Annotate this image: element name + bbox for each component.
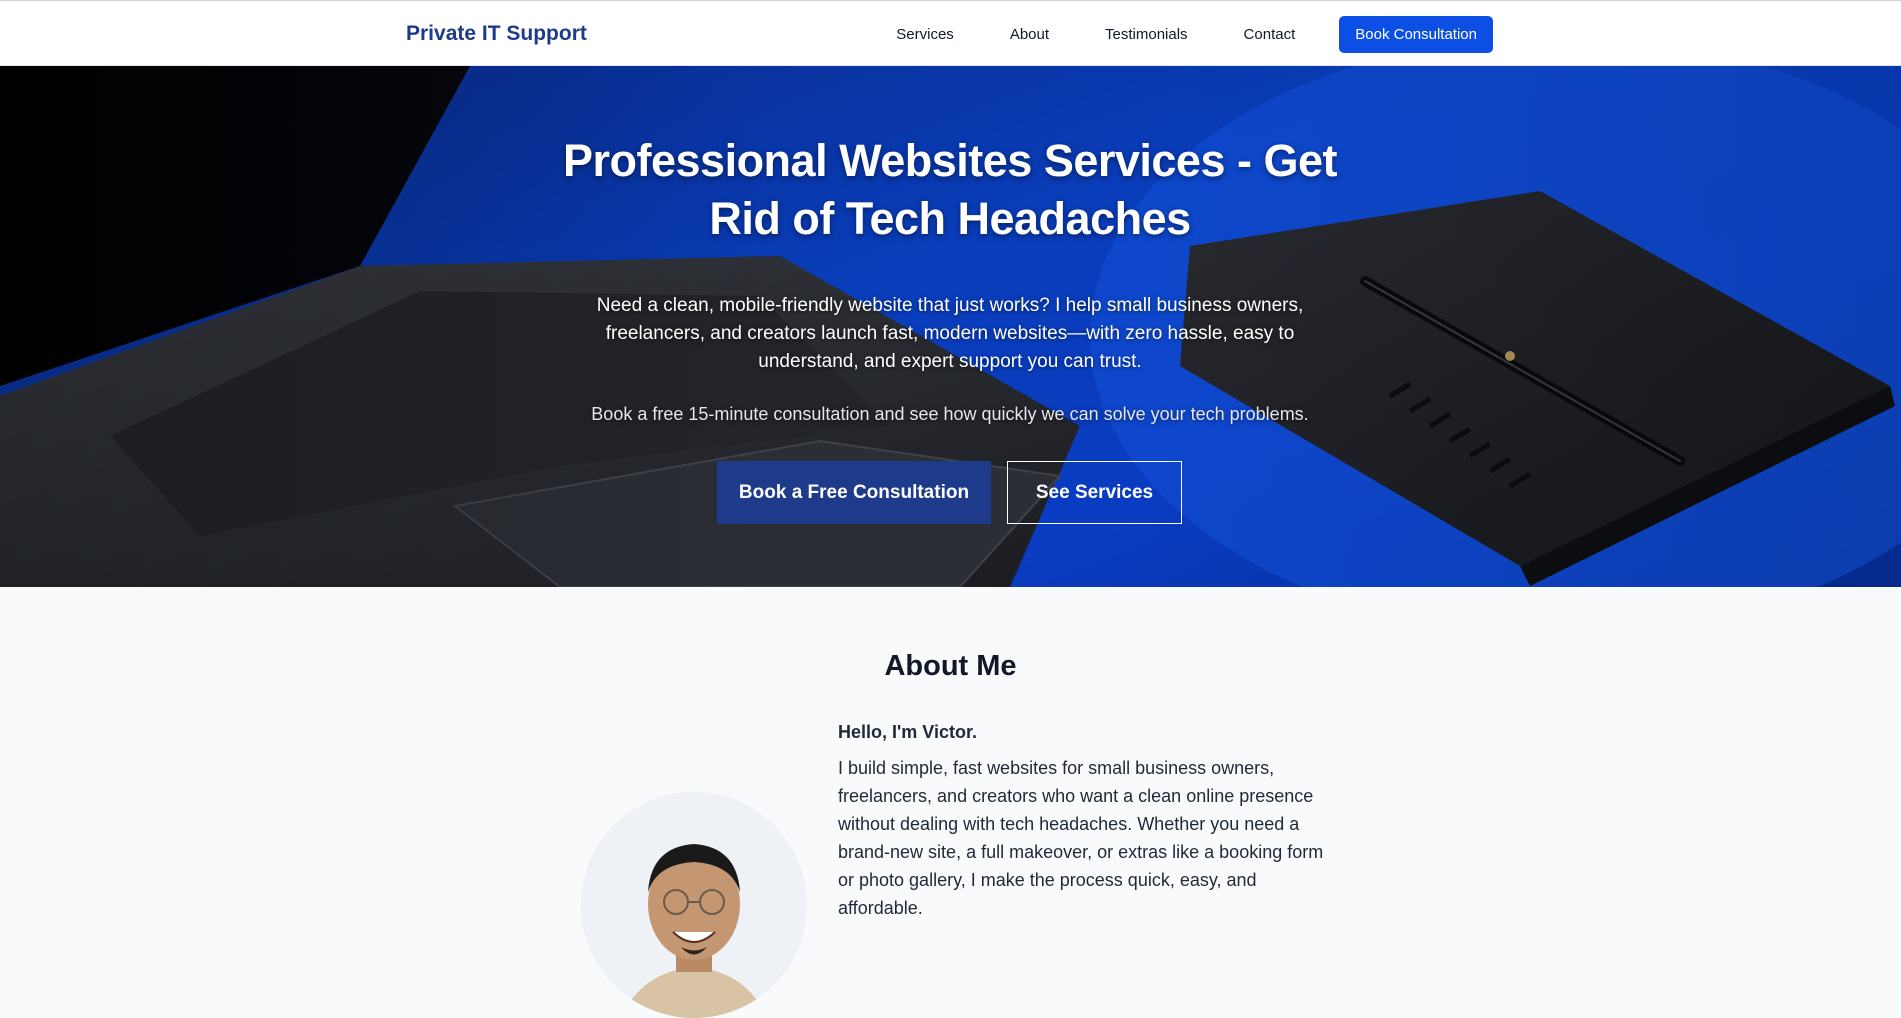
hero-subtitle: Need a clean, mobile-friendly website th… bbox=[596, 295, 1304, 372]
nav-link-contact[interactable]: Contact bbox=[1244, 26, 1296, 43]
see-services-button[interactable]: See Services bbox=[1007, 461, 1182, 524]
about-text: I build simple, fast websites for small … bbox=[838, 758, 1324, 918]
avatar-photo bbox=[581, 792, 807, 1018]
book-free-consultation-button[interactable]: Book a Free Consultation bbox=[717, 461, 991, 524]
hero-note: Book a free 15-minute consultation and s… bbox=[591, 404, 1309, 424]
nav-link-about[interactable]: About bbox=[1010, 26, 1049, 43]
top-nav: Private IT Support Services About Testim… bbox=[0, 0, 1901, 66]
brand-logo[interactable]: Private IT Support bbox=[406, 21, 587, 47]
about-section: About Me Hello, I'm Victor. I build simp… bbox=[0, 587, 1901, 1018]
nav-links: Services About Testimonials Contact Book… bbox=[896, 15, 1493, 53]
hero-title: Professional Websites Services - Get Rid… bbox=[562, 135, 1338, 244]
book-consultation-button[interactable]: Book Consultation bbox=[1339, 15, 1493, 53]
avatar bbox=[581, 792, 807, 1018]
nav-link-testimonials[interactable]: Testimonials bbox=[1105, 26, 1188, 43]
about-title: About Me bbox=[884, 650, 1017, 682]
about-hello: Hello, I'm Victor. bbox=[838, 722, 977, 742]
nav-link-services[interactable]: Services bbox=[896, 26, 954, 43]
hero-section: Professional Websites Services - Get Rid… bbox=[0, 66, 1901, 587]
